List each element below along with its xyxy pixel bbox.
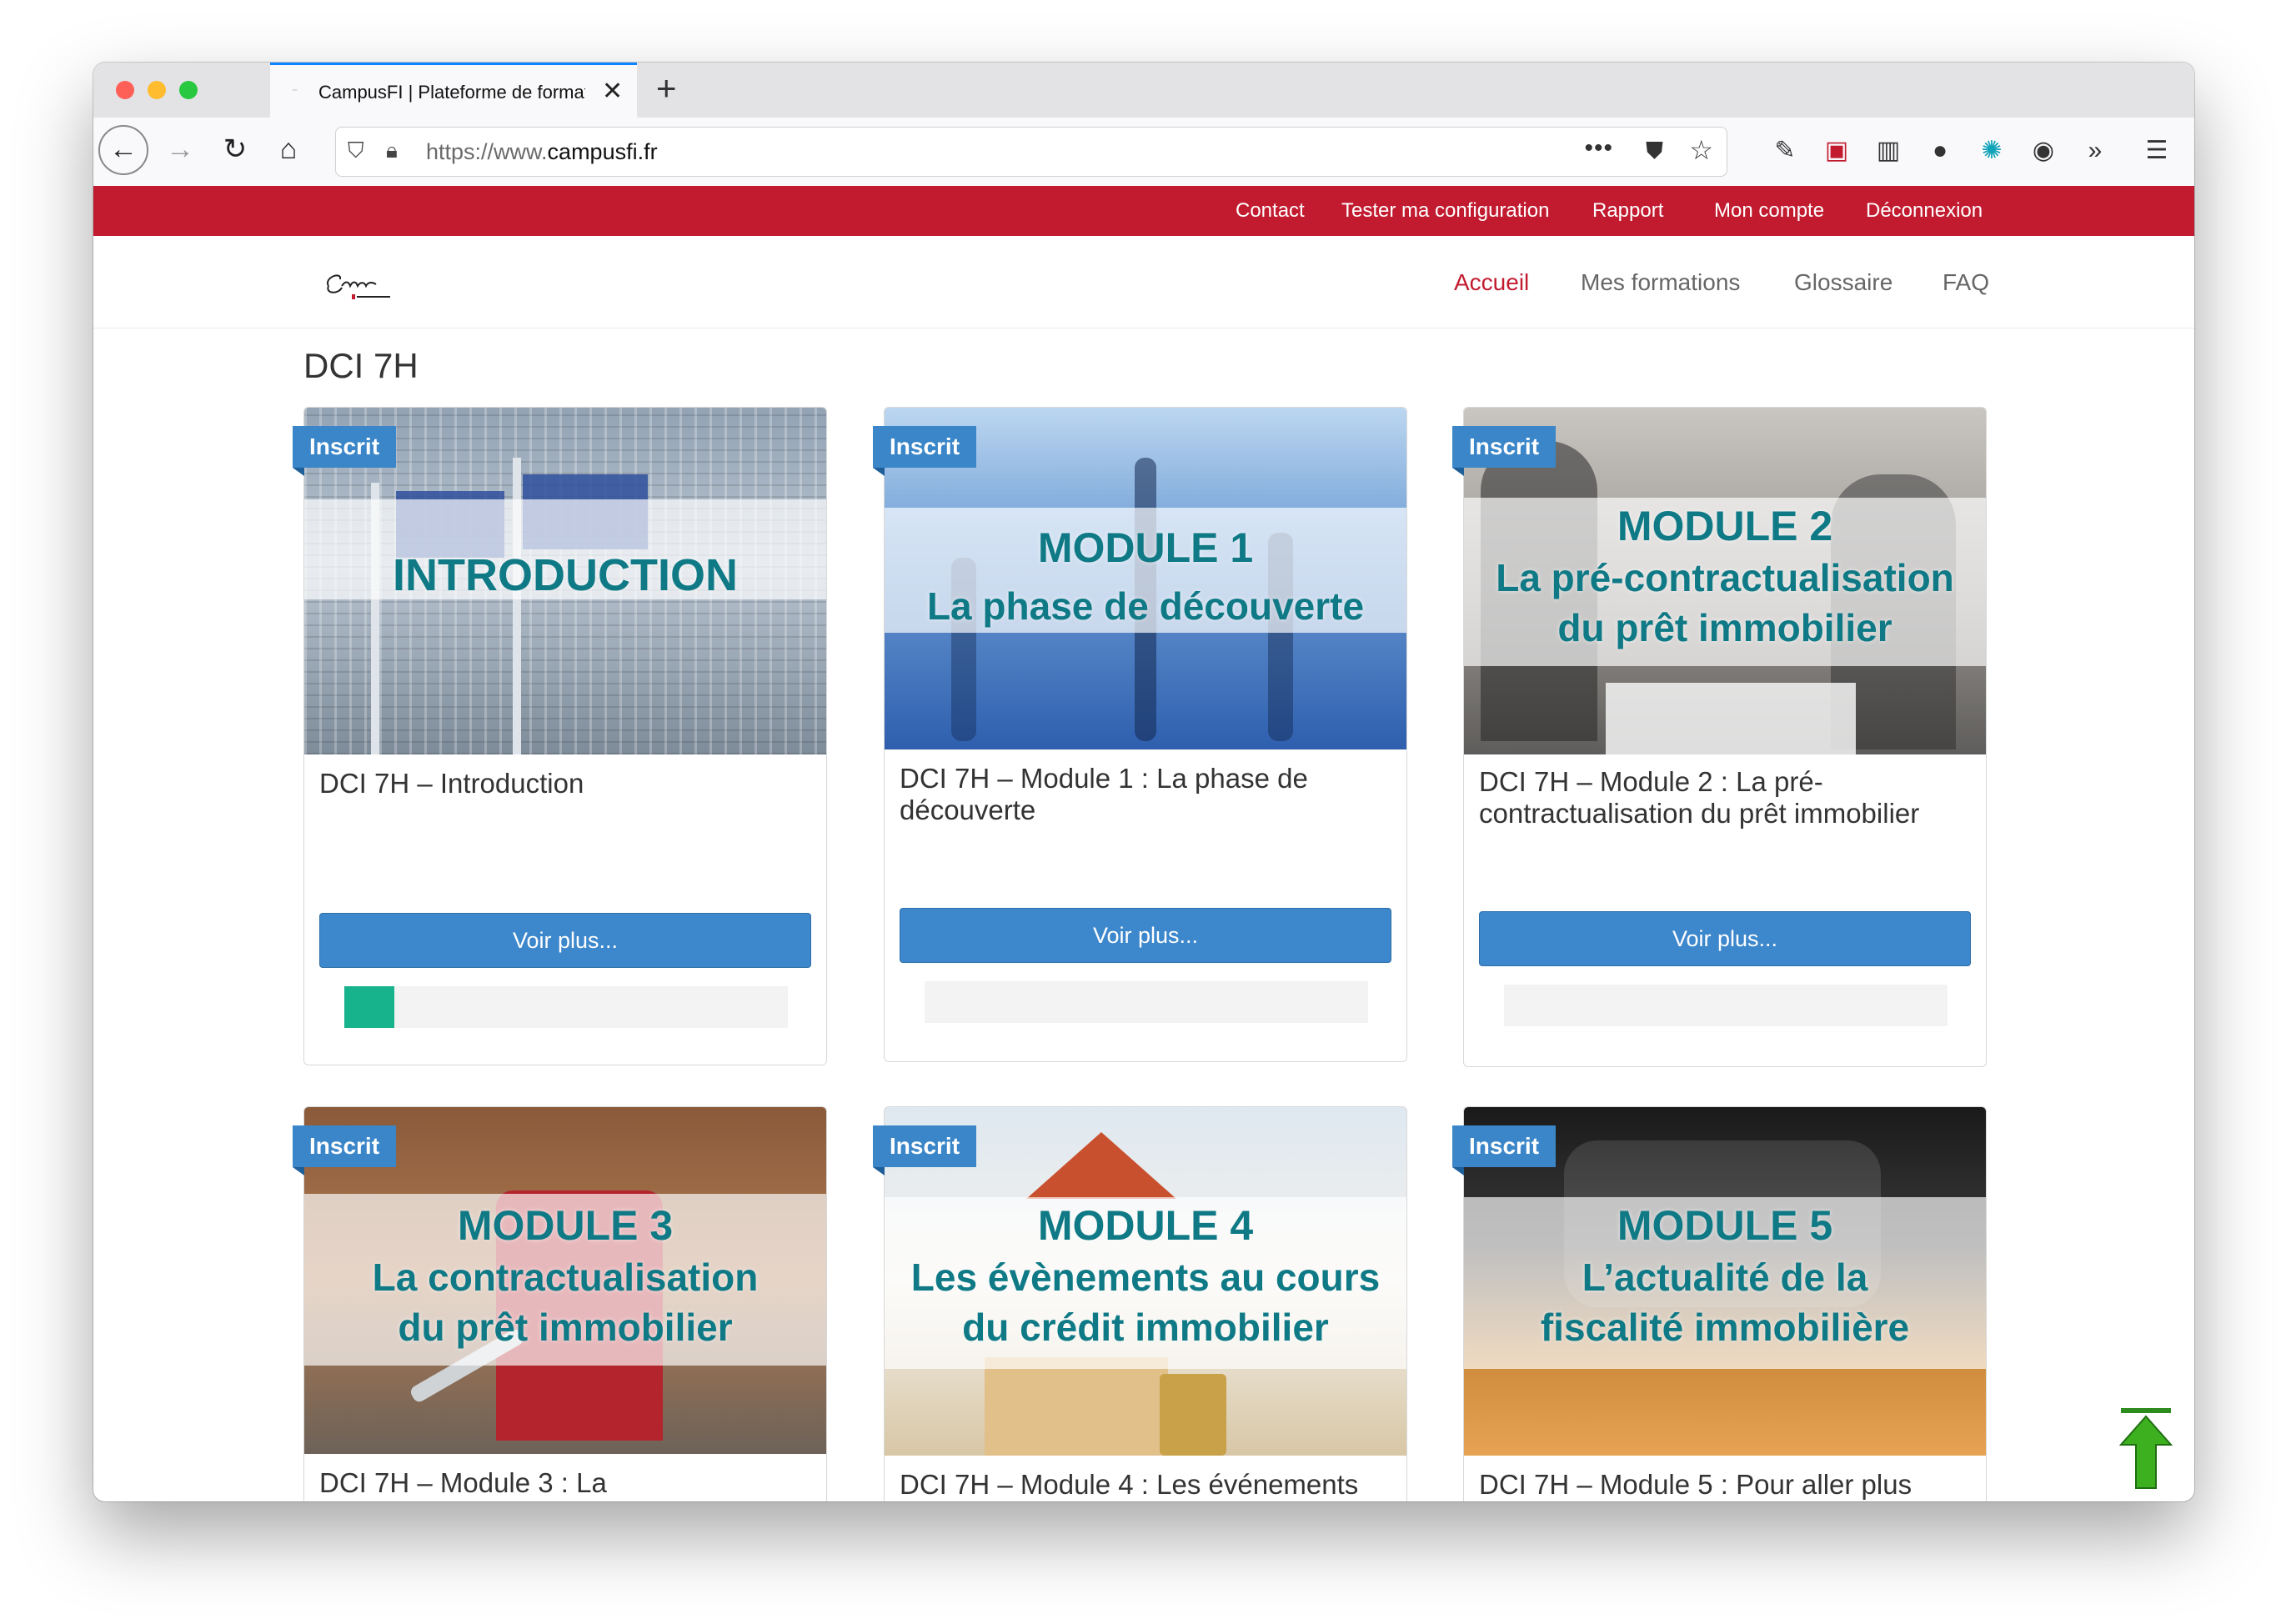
course-title[interactable]: DCI 7H – Module 2 : La pré-contractualis… <box>1479 766 1971 830</box>
url-domain: campusfi.fr <box>547 139 658 164</box>
react-icon[interactable]: ✺ <box>1973 134 2011 168</box>
course-image-heading: MODULE 2 <box>1617 503 1833 549</box>
course-image-subheading-2: du prêt immobilier <box>398 1306 733 1349</box>
close-tab-icon[interactable]: ✕ <box>602 77 623 106</box>
course-image-subheading: La phase de découverte <box>926 584 1365 628</box>
enrolled-badge: Inscrit <box>1452 426 1557 476</box>
overflow-icon[interactable]: » <box>2076 134 2114 168</box>
course-image-heading: MODULE 4 <box>1037 1202 1254 1249</box>
browser-tab[interactable]: ⁻ CampusFI | Plateforme de formation ✕ <box>270 63 637 119</box>
tab-title: CampusFI | Plateforme de formation <box>318 82 585 103</box>
test-config-link[interactable]: Tester ma configuration <box>1341 199 1549 223</box>
progress-bar <box>1504 985 1948 1026</box>
bookmark-star-icon[interactable]: ☆ <box>1689 134 1713 166</box>
logout-link[interactable]: Déconnexion <box>1866 199 1983 223</box>
navigation-toolbar: ← → ↻ ⌂ ⛉ 🔒︎ https://www.campusfi.fr •••… <box>93 118 2194 187</box>
course-card: MODULE 2 La pré-contractualisation du pr… <box>1452 407 1987 1067</box>
nav-mes-formations[interactable]: Mes formations <box>1581 269 1740 296</box>
course-image-subheading: Les évènements au cours <box>910 1256 1381 1299</box>
course-title[interactable]: DCI 7H – Module 5 : Pour aller plus <box>1479 1469 1971 1501</box>
course-image-subheading: L’actualité de la <box>1582 1256 1868 1299</box>
course-title[interactable]: DCI 7H – Module 3 : La <box>319 1467 811 1499</box>
course-image-subheading-2: du crédit immobilier <box>962 1306 1329 1349</box>
page-title: DCI 7H <box>303 346 419 385</box>
maximize-window-button[interactable] <box>179 81 198 99</box>
minimize-window-button[interactable] <box>148 81 166 99</box>
progress-fill <box>344 986 394 1028</box>
course-image-heading: MODULE 1 <box>1037 524 1254 571</box>
enrolled-badge: Inscrit <box>1452 1125 1557 1175</box>
see-more-button[interactable]: Voir plus... <box>900 908 1391 963</box>
utility-bar: Contact Tester ma configuration Rapport … <box>93 186 2194 236</box>
progress-bar <box>344 986 788 1028</box>
report-link[interactable]: Rapport <box>1592 199 1663 223</box>
pocket-icon[interactable]: ⛊ <box>1646 138 1663 165</box>
course-card: MODULE 3 La contractualisation du prêt i… <box>293 1106 827 1501</box>
enrolled-badge: Inscrit <box>873 1125 977 1175</box>
back-to-top-icon[interactable] <box>2119 1408 2173 1491</box>
see-more-button[interactable]: Voir plus... <box>319 913 811 968</box>
account-icon[interactable]: ◉ <box>2024 134 2063 168</box>
address-bar[interactable]: ⛉ 🔒︎ https://www.campusfi.fr ••• ⛊ ☆ <box>335 127 1727 177</box>
tab-bar: ⁻ CampusFI | Plateforme de formation ✕ + <box>93 63 2194 119</box>
home-button[interactable]: ⌂ <box>268 131 308 168</box>
close-window-button[interactable] <box>116 81 134 99</box>
course-card: MODULE 5 L’actualité de la fiscalité imm… <box>1452 1106 1987 1501</box>
nav-faq[interactable]: FAQ <box>1943 269 1989 296</box>
url-prefix: https://www. <box>426 139 548 164</box>
back-button[interactable]: ← <box>98 125 148 175</box>
contact-link[interactable]: Contact <box>1236 199 1305 223</box>
course-card: INTRODUCTION Inscrit DCI 7H – Introducti… <box>293 407 827 1065</box>
course-image-heading: INTRODUCTION <box>393 550 738 600</box>
reader-icon[interactable]: ▥ <box>1869 134 1908 168</box>
course-title[interactable]: DCI 7H – Module 1 : La phase de découver… <box>900 763 1391 826</box>
browser-window: ⁻ CampusFI | Plateforme de formation ✕ +… <box>93 63 2194 1501</box>
course-image-subheading: La contractualisation <box>372 1256 759 1299</box>
lock-icon[interactable]: 🔒︎ <box>386 138 398 164</box>
course-image-subheading: La pré-contractualisation <box>1496 556 1954 599</box>
reload-button[interactable]: ↻ <box>215 131 255 168</box>
nav-accueil[interactable]: Accueil <box>1454 269 1529 296</box>
more-icon[interactable]: ••• <box>1584 134 1613 163</box>
new-tab-button[interactable]: + <box>656 69 677 108</box>
course-card: MODULE 4 Les évènements au cours du créd… <box>873 1106 1407 1501</box>
my-account-link[interactable]: Mon compte <box>1714 199 1824 223</box>
shield-icon[interactable]: ⛉ <box>348 138 364 164</box>
menu-icon[interactable]: ☰ <box>2138 134 2176 168</box>
course-image-subheading-2: fiscalité immobilière <box>1540 1306 1910 1349</box>
nav-glossaire[interactable]: Glossaire <box>1794 269 1892 296</box>
eyedropper-icon[interactable]: ✎ <box>1766 134 1804 168</box>
url-text[interactable]: https://www.campusfi.fr <box>426 139 658 165</box>
favicon-icon: ⁻ <box>292 85 298 98</box>
enrolled-badge: Inscrit <box>293 1125 397 1175</box>
course-image-heading: MODULE 5 <box>1617 1202 1833 1249</box>
extension-icon[interactable]: ● <box>1921 134 1959 168</box>
progress-bar <box>925 981 1368 1023</box>
see-more-button[interactable]: Voir plus... <box>1479 911 1971 966</box>
main-nav: Accueil Mes formations Glossaire FAQ <box>93 236 2194 328</box>
enrolled-badge: Inscrit <box>873 426 977 476</box>
forward-button[interactable]: → <box>160 131 200 168</box>
course-title[interactable]: DCI 7H – Module 4 : Les événements <box>900 1469 1391 1501</box>
enrolled-badge: Inscrit <box>293 426 397 476</box>
course-image-heading: MODULE 3 <box>457 1202 674 1249</box>
course-image-subheading-2: du prêt immobilier <box>1557 606 1892 649</box>
course-title[interactable]: DCI 7H – Introduction <box>319 768 811 799</box>
course-card: MODULE 1 La phase de découverte Inscrit … <box>873 407 1407 1062</box>
campus-logo[interactable] <box>317 261 400 306</box>
pdf-icon[interactable]: ▣ <box>1817 134 1856 168</box>
